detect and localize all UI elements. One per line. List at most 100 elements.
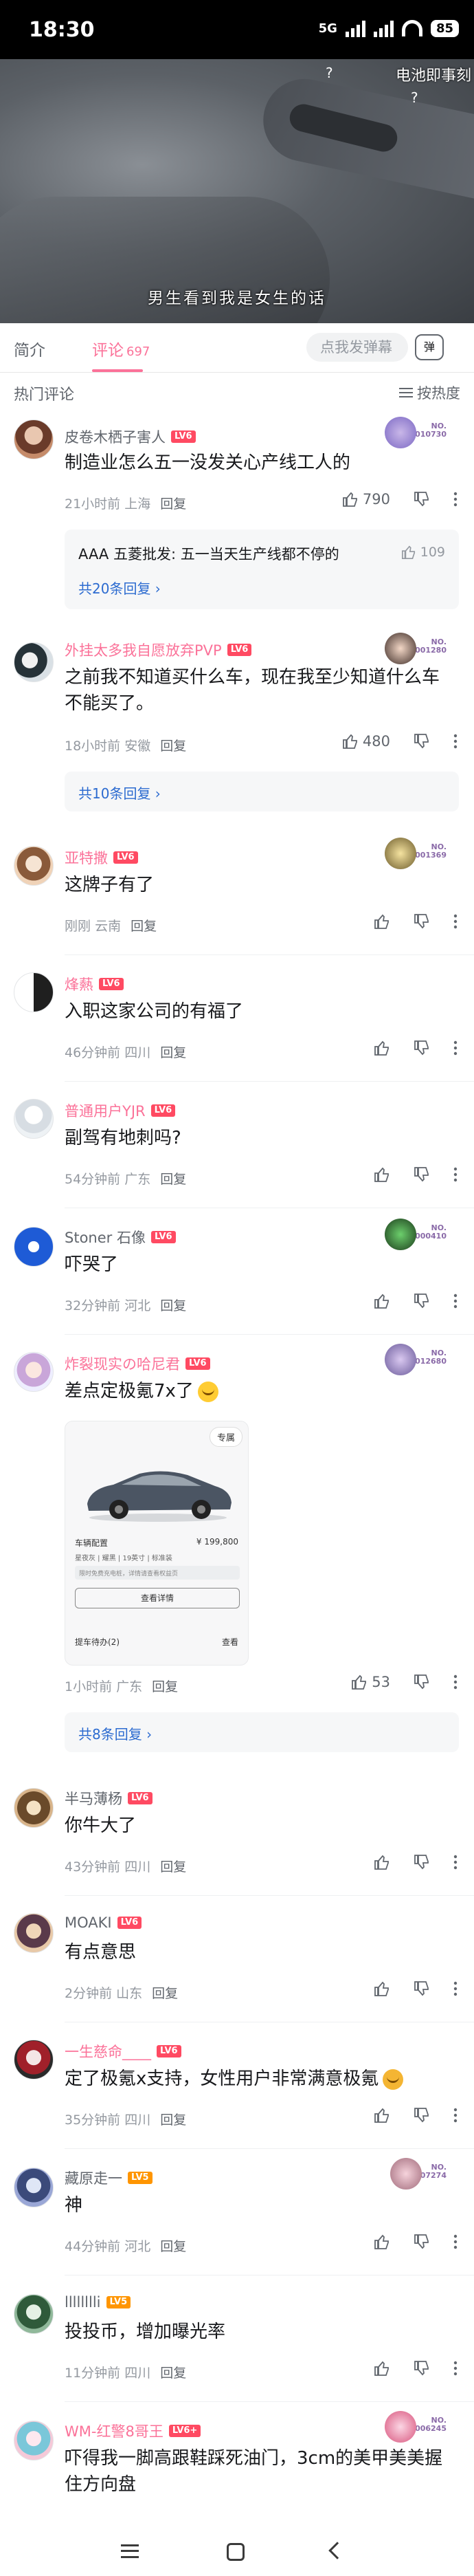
username[interactable]: 一生慈命____ LV6 [65, 2041, 181, 2062]
like-button[interactable]: 790 [342, 491, 390, 507]
username[interactable]: 亚特撒 LV6 [65, 847, 138, 868]
more-replies-link[interactable]: 共8条回复 › [78, 1723, 152, 1743]
more-button[interactable] [453, 913, 458, 930]
dislike-button[interactable] [414, 913, 430, 930]
username[interactable]: lllllllli LV5 [65, 2294, 131, 2311]
sub-reply-like[interactable]: 109 [401, 545, 445, 560]
dislike-button[interactable] [414, 1040, 430, 1056]
back-icon[interactable] [328, 2542, 346, 2559]
more-button[interactable] [453, 1166, 458, 1183]
avatar[interactable] [14, 1099, 54, 1139]
reply-button[interactable]: 回复 [131, 919, 157, 934]
username[interactable]: 普通用户YJR LV6 [65, 1100, 176, 1121]
like-button[interactable] [374, 913, 390, 930]
reply-button[interactable]: 回复 [160, 1298, 186, 1313]
dislike-button[interactable] [414, 733, 430, 750]
like-button[interactable] [374, 1040, 390, 1056]
avatar[interactable] [14, 1788, 54, 1828]
username[interactable]: 皮卷木栖子害人 LV6 [65, 426, 196, 447]
username[interactable]: 外挂太多我自愿放弃PVP LV6 [65, 640, 252, 660]
sub-reply-box[interactable]: AAA 五菱批发: 五一当天生产线都不停的 109 共20条回复 › [65, 530, 459, 609]
comment-text: 之前我不知道买什么车，现在我至少知道什么车不能买了。 [65, 667, 440, 714]
comment-meta: 43分钟前 四川 回复 [65, 1857, 186, 1875]
dislike-button[interactable] [414, 1674, 430, 1690]
avatar[interactable] [14, 2294, 54, 2334]
like-button[interactable] [374, 2107, 390, 2124]
more-button[interactable] [453, 2107, 458, 2124]
divider [65, 1081, 474, 1082]
reply-button[interactable]: 回复 [160, 496, 186, 512]
reply-button[interactable]: 回复 [160, 1859, 186, 1875]
avatar[interactable] [14, 642, 54, 682]
like-button[interactable] [374, 1854, 390, 1870]
comment-meta: 44分钟前 河北 回复 [65, 2236, 186, 2255]
dislike-button[interactable] [414, 2360, 430, 2377]
sub-reply-box[interactable]: 共8条回复 › [65, 1712, 459, 1752]
more-button[interactable] [453, 491, 458, 507]
fan-badge-image [385, 1219, 417, 1250]
reply-button[interactable]: 回复 [160, 2239, 186, 2254]
danmu-input[interactable]: 点我发弹幕 [306, 333, 408, 362]
video-player[interactable]: ? ? 电池即事刻 男生看到我是女生的话 [0, 59, 474, 323]
avatar[interactable] [14, 2168, 54, 2207]
danmu-toggle-button[interactable]: 弹 [415, 334, 444, 360]
avatar[interactable] [14, 1913, 54, 1953]
comment-image[interactable]: 专属 车辆配置 ¥ 199,800 星夜灰 | 耀黑 | 19英寸 | 标准装 … [65, 1421, 249, 1666]
like-button[interactable] [374, 1166, 390, 1183]
reply-button[interactable]: 回复 [160, 1045, 186, 1060]
dislike-button[interactable] [414, 491, 430, 507]
avatar[interactable] [14, 419, 54, 459]
username[interactable]: 炸裂现实の哈尼君 LV6 [65, 1353, 210, 1374]
level-badge: LV6 [99, 978, 124, 990]
like-button[interactable] [374, 2234, 390, 2250]
more-replies-link[interactable]: 共10条回复 › [78, 783, 161, 803]
reply-button[interactable]: 回复 [160, 1172, 186, 1187]
like-button[interactable] [374, 1293, 390, 1309]
thumb-down-icon [414, 1855, 429, 1870]
like-button[interactable]: 53 [351, 1674, 390, 1690]
reply-button[interactable]: 回复 [160, 2366, 186, 2381]
reply-button[interactable]: 回复 [160, 2113, 186, 2128]
menu-icon[interactable] [121, 2544, 139, 2558]
username[interactable]: MOAKI LV6 [65, 1914, 142, 1931]
like-button[interactable]: 480 [342, 733, 390, 750]
more-button[interactable] [453, 1854, 458, 1870]
more-button[interactable] [453, 1674, 458, 1690]
sort-button[interactable]: 按热度 [399, 382, 460, 403]
like-count: 53 [372, 1674, 390, 1690]
dislike-button[interactable] [414, 2234, 430, 2250]
reply-button[interactable]: 回复 [152, 1679, 178, 1694]
more-replies-link[interactable]: 共20条回复 › [78, 578, 161, 598]
more-button[interactable] [453, 733, 458, 750]
dislike-button[interactable] [414, 1854, 430, 1870]
dislike-button[interactable] [414, 1166, 430, 1183]
dislike-button[interactable] [414, 1980, 430, 1997]
username[interactable]: WM-红警8哥王 LV6+ [65, 2421, 201, 2441]
like-button[interactable] [374, 1980, 390, 1997]
avatar[interactable] [14, 846, 54, 886]
more-button[interactable] [453, 2234, 458, 2250]
more-button[interactable] [453, 1040, 458, 1056]
more-button[interactable] [453, 1293, 458, 1309]
username[interactable]: 烽爇 LV6 [65, 974, 124, 994]
avatar[interactable] [14, 1352, 54, 1392]
dislike-button[interactable] [414, 2107, 430, 2124]
more-button[interactable] [453, 1980, 458, 1997]
reply-button[interactable]: 回复 [160, 739, 186, 754]
avatar[interactable] [14, 1227, 54, 1267]
like-button[interactable] [374, 2360, 390, 2377]
comment-text: 入职这家公司的有福了 [65, 1001, 244, 1022]
home-icon[interactable] [227, 2543, 245, 2561]
sub-reply-box[interactable]: 共10条回复 › [65, 772, 459, 811]
avatar[interactable] [14, 2040, 54, 2080]
reply-button[interactable]: 回复 [152, 1986, 178, 2001]
username[interactable]: Stoner 石像 LV6 [65, 1227, 176, 1247]
username[interactable]: 半马薄杨 LV6 [65, 1788, 153, 1809]
avatar[interactable] [14, 972, 54, 1012]
tab-comments[interactable]: 评论 697 [92, 337, 150, 360]
avatar[interactable] [14, 2421, 54, 2460]
more-button[interactable] [453, 2360, 458, 2377]
username[interactable]: 藏原走一 LV5 [65, 2168, 153, 2188]
tab-intro[interactable]: 简介 [14, 337, 45, 360]
dislike-button[interactable] [414, 1293, 430, 1309]
